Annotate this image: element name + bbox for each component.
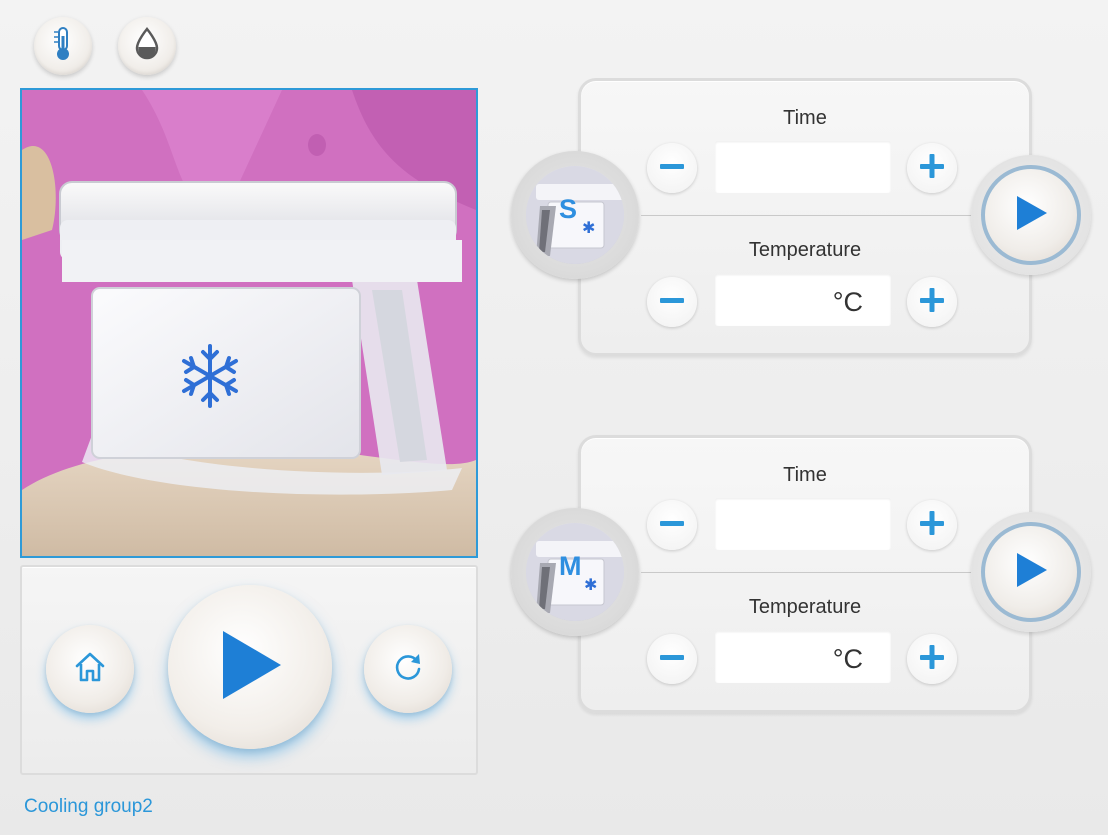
minus-icon	[658, 509, 686, 542]
handpiece-m-start-ring	[971, 512, 1091, 632]
time-decrease-button[interactable]	[647, 500, 697, 550]
time-increase-button[interactable]	[907, 143, 957, 193]
handpiece-letter: S	[559, 194, 578, 224]
play-icon	[1013, 194, 1049, 237]
thermometer-icon	[50, 26, 76, 67]
divider	[641, 572, 989, 573]
temperature-increase-button[interactable]	[907, 634, 957, 684]
plus-icon	[918, 643, 946, 676]
handpiece-letter: M	[559, 551, 582, 581]
home-icon	[72, 649, 108, 690]
water-drop-icon	[133, 26, 161, 66]
temperature-label: Temperature	[748, 239, 862, 261]
home-button[interactable]	[46, 625, 134, 713]
time-label: Time	[783, 464, 827, 486]
temperature-field[interactable]: °C	[715, 631, 891, 683]
temperature-mode-button[interactable]	[34, 17, 92, 75]
group-label: Cooling group2	[24, 796, 153, 817]
handpiece-m-settings: M ✱ Time Temperature °C	[511, 435, 1091, 713]
refresh-icon	[390, 649, 426, 690]
minus-icon	[658, 286, 686, 319]
temperature-increase-button[interactable]	[907, 277, 957, 327]
play-icon	[215, 627, 285, 708]
plus-icon	[918, 286, 946, 319]
plus-icon	[918, 509, 946, 542]
handpiece-s-start-button[interactable]	[981, 165, 1081, 265]
minus-icon	[658, 152, 686, 185]
plus-icon	[918, 152, 946, 185]
handpiece-s-start-ring	[971, 155, 1091, 275]
minus-icon	[658, 643, 686, 676]
water-mode-button[interactable]	[118, 17, 176, 75]
snowflake-icon: ✱	[584, 577, 598, 594]
time-increase-button[interactable]	[907, 500, 957, 550]
handpiece-s-settings: S ✱ Time Temperature °C	[511, 78, 1091, 356]
time-decrease-button[interactable]	[647, 143, 697, 193]
handpiece-m-start-button[interactable]	[981, 522, 1081, 622]
time-label: Time	[783, 107, 827, 129]
cooling-applicator-photo	[20, 88, 478, 558]
divider	[641, 215, 989, 216]
start-treatment-button[interactable]	[168, 585, 332, 749]
temperature-label: Temperature	[748, 596, 862, 618]
temperature-field[interactable]: °C	[715, 274, 891, 326]
snowflake-icon: ✱	[582, 220, 596, 237]
time-field[interactable]	[715, 141, 891, 193]
reset-button[interactable]	[364, 625, 452, 713]
temperature-decrease-button[interactable]	[647, 277, 697, 327]
time-field[interactable]	[715, 498, 891, 550]
control-panel	[20, 565, 478, 775]
applicator-image	[22, 90, 476, 556]
temperature-decrease-button[interactable]	[647, 634, 697, 684]
play-icon	[1013, 551, 1049, 594]
